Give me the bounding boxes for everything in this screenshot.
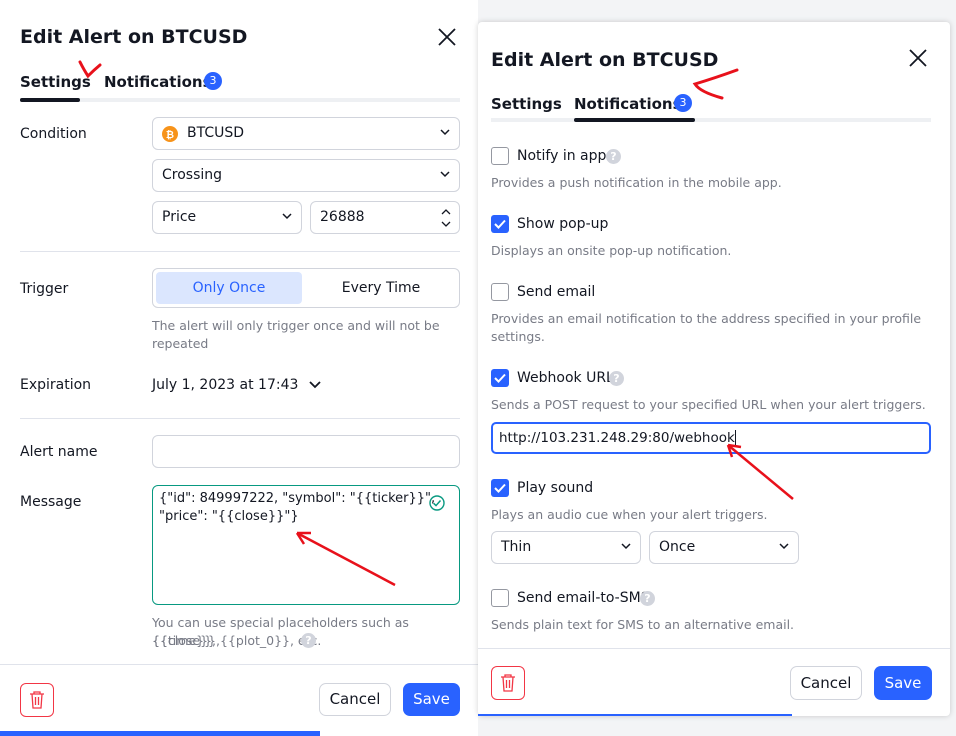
send-email-desc: Provides an email notification to the ad…: [491, 311, 922, 326]
symbol-select[interactable]: ₿ BTCUSD: [152, 117, 460, 150]
chevron-down-icon: [440, 171, 450, 178]
show-popup-label: Show pop-up: [517, 216, 609, 232]
expiration-value: July 1, 2023 at 17:43: [152, 377, 299, 393]
tab-settings[interactable]: Settings: [491, 95, 562, 113]
condition-label: Condition: [20, 126, 87, 142]
progress-bar: [0, 731, 320, 736]
value-text: 26888: [320, 209, 365, 225]
notifications-count-badge: 3: [204, 72, 222, 90]
cancel-button[interactable]: Cancel: [790, 666, 862, 700]
stepper-icon[interactable]: [441, 208, 451, 228]
sound-name-value: Thin: [501, 539, 532, 555]
play-sound-label: Play sound: [517, 480, 594, 496]
edit-alert-dialog-settings: Edit Alert on BTCUSD Settings Notificati…: [0, 0, 478, 736]
send-email-to-sms-label: Send email-to-SMS: [517, 590, 650, 606]
show-popup-checkbox[interactable]: [491, 215, 509, 233]
source-select[interactable]: Price: [152, 201, 302, 234]
svg-text:₿: ₿: [166, 129, 174, 141]
sound-repeat-select[interactable]: Once: [649, 531, 799, 564]
value-input[interactable]: 26888: [310, 201, 460, 234]
section-divider: [20, 251, 460, 252]
tab-underline: [491, 118, 931, 122]
webhook-url-desc: Sends a POST request to your specified U…: [491, 397, 926, 412]
operator-select[interactable]: Crossing: [152, 159, 460, 192]
trigger-toggle: Only Once Every Time: [152, 268, 460, 308]
message-line-1: {"id": 849997222, "symbol": "{{ticker}}"…: [159, 491, 436, 506]
progress-bar: [478, 714, 792, 716]
trash-icon: [30, 691, 44, 709]
play-sound-checkbox[interactable]: [491, 479, 509, 497]
save-button[interactable]: Save: [874, 666, 932, 700]
delete-button[interactable]: [491, 666, 525, 700]
help-icon[interactable]: ?: [606, 149, 621, 164]
chevron-down-icon: [621, 543, 631, 550]
cancel-button[interactable]: Cancel: [319, 683, 391, 716]
tab-notifications[interactable]: Notifications: [574, 95, 682, 113]
expiration-label: Expiration: [20, 377, 92, 393]
webhook-url-label: Webhook URL: [517, 370, 614, 386]
trigger-every-time[interactable]: Every Time: [306, 272, 456, 304]
footer-divider: [478, 648, 950, 649]
chevron-down-icon: [309, 381, 321, 389]
alert-name-input[interactable]: [152, 435, 460, 468]
tab-active-indicator: [574, 118, 695, 122]
section-divider: [20, 418, 460, 419]
symbol-value: BTCUSD: [187, 125, 245, 141]
help-icon[interactable]: ?: [301, 633, 316, 648]
close-icon[interactable]: [907, 47, 929, 69]
notify-in-app-desc: Provides a push notification in the mobi…: [491, 175, 782, 190]
chevron-down-icon: [282, 213, 292, 220]
source-value: Price: [162, 209, 197, 225]
tab-settings[interactable]: Settings: [20, 73, 91, 91]
send-email-to-sms-checkbox[interactable]: [491, 589, 509, 607]
webhook-url-checkbox[interactable]: [491, 369, 509, 387]
bitcoin-icon: ₿: [162, 126, 178, 142]
tab-notifications[interactable]: Notifications: [104, 73, 212, 91]
trigger-hint: The alert will only trigger once and wil…: [152, 318, 440, 333]
operator-value: Crossing: [162, 167, 223, 183]
check-icon: [494, 483, 506, 493]
close-icon[interactable]: [436, 26, 458, 48]
message-line-2: "price": "{{close}}"}: [159, 509, 299, 524]
trash-icon: [501, 674, 515, 692]
trigger-hint-line2: repeated: [152, 336, 209, 351]
dialog-title: Edit Alert on BTCUSD: [491, 49, 719, 71]
webhook-url-value: http://103.231.248.29:80/webhook: [499, 430, 735, 446]
trigger-label: Trigger: [20, 281, 69, 297]
trigger-only-once[interactable]: Only Once: [156, 272, 302, 304]
webhook-url-input[interactable]: http://103.231.248.29:80/webhook: [491, 422, 931, 454]
notify-in-app-checkbox[interactable]: [491, 147, 509, 165]
tab-underline: [20, 98, 460, 102]
chevron-down-icon: [779, 543, 789, 550]
show-popup-desc: Displays an onsite pop-up notification.: [491, 243, 732, 258]
message-textarea[interactable]: {"id": 849997222, "symbol": "{{ticker}}"…: [152, 485, 460, 605]
edit-alert-dialog-notifications: Edit Alert on BTCUSD Settings Notificati…: [478, 22, 950, 716]
text-cursor: [734, 430, 736, 446]
notifications-count-badge: 3: [674, 94, 692, 112]
message-hint-line2: {{time}}, {{plot_0}}, etc.: [152, 633, 322, 648]
play-sound-desc: Plays an audio cue when your alert trigg…: [491, 507, 768, 522]
send-email-to-sms-desc: Sends plain text for SMS to an alternati…: [491, 617, 795, 632]
footer-divider: [0, 664, 478, 665]
chevron-down-icon: [440, 129, 450, 136]
tab-active-indicator: [20, 98, 80, 102]
message-label: Message: [20, 494, 82, 510]
check-icon: [494, 373, 506, 383]
help-icon[interactable]: ?: [609, 371, 624, 386]
save-button[interactable]: Save: [403, 683, 460, 716]
help-icon[interactable]: ?: [640, 591, 655, 606]
dialog-title: Edit Alert on BTCUSD: [20, 26, 248, 48]
check-icon: [494, 219, 506, 229]
delete-button[interactable]: [20, 683, 54, 717]
alert-name-label: Alert name: [20, 444, 98, 460]
send-email-checkbox[interactable]: [491, 283, 509, 301]
sound-repeat-value: Once: [659, 539, 696, 555]
sound-name-select[interactable]: Thin: [491, 531, 641, 564]
send-email-label: Send email: [517, 284, 596, 300]
send-email-desc-line2: settings.: [491, 329, 545, 344]
notify-in-app-label: Notify in app: [517, 148, 607, 164]
check-circle-icon: [429, 495, 445, 511]
expiration-select[interactable]: July 1, 2023 at 17:43: [152, 377, 321, 393]
